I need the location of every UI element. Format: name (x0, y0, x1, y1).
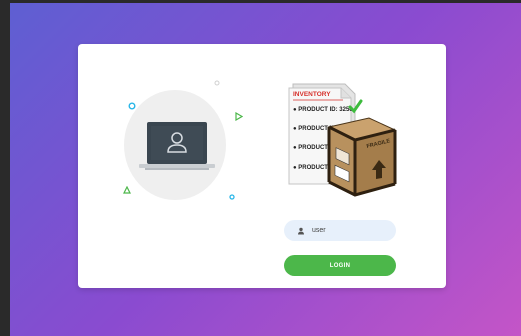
triangle-deco-icon (235, 112, 243, 121)
login-button[interactable]: LOGIN (284, 255, 396, 276)
user-icon (297, 227, 305, 235)
laptop-user-icon (139, 122, 215, 170)
inventory-graphic: INVENTORY ● PRODUCT ID: 3256 ● PRODUCT I… (288, 83, 397, 197)
circle-deco-icon (229, 194, 235, 200)
inventory-illustration: INVENTORY ● PRODUCT ID: 3256 ● PRODUCT I… (283, 82, 408, 197)
circle-deco-icon (214, 80, 220, 86)
inventory-item: ● PRODUCT I (293, 165, 332, 171)
inventory-heading: INVENTORY (293, 91, 331, 98)
username-value: user (312, 227, 326, 234)
username-input[interactable]: user (284, 220, 396, 241)
shipping-box-icon: FRAGILE (327, 117, 397, 197)
inventory-item: ● PRODUCT ID: 3256 (293, 107, 353, 113)
inventory-item: ● PRODUCT I (293, 145, 332, 151)
triangle-deco-icon (123, 186, 131, 194)
login-card: INVENTORY ● PRODUCT ID: 3256 ● PRODUCT I… (78, 44, 446, 288)
circle-deco-icon (128, 102, 136, 110)
illustration-panel (78, 44, 258, 288)
